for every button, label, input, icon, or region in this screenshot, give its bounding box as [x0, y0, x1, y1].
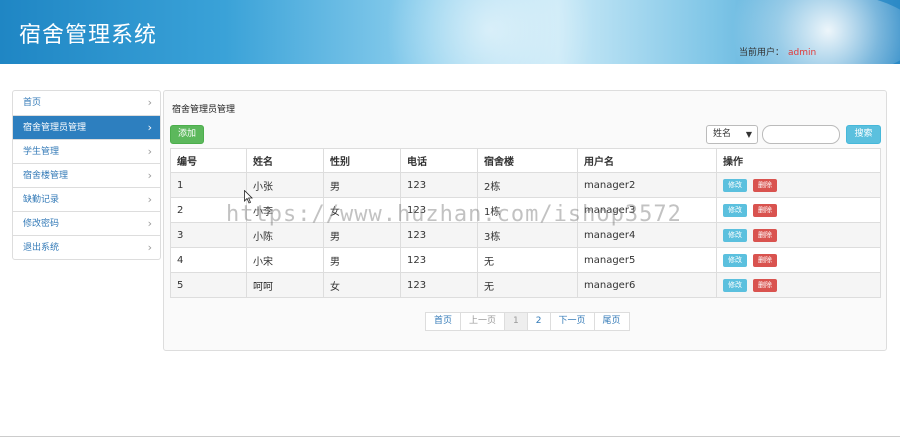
cell-gender: 男 — [323, 172, 401, 198]
pager-page-2[interactable]: 2 — [526, 312, 551, 331]
sidebar-item-students[interactable]: 学生管理 › — [13, 139, 160, 163]
current-user-name[interactable]: admin — [788, 48, 816, 58]
cell-gender: 女 — [323, 272, 401, 298]
panel-title: 宿舍管理员管理 — [172, 105, 236, 115]
pagination: 首页 上一页 1 2 下一页 尾页 — [425, 312, 630, 331]
delete-button[interactable]: 删除 — [753, 203, 777, 217]
pager-next[interactable]: 下一页 — [549, 312, 595, 331]
chevron-down-icon: ▼ — [745, 130, 752, 139]
cell-actions: 修改 删除 — [716, 172, 881, 198]
bottom-divider — [0, 436, 900, 437]
cell-name: 小宋 — [246, 247, 324, 273]
sidebar-item-label: 缺勤记录 — [23, 195, 60, 205]
delete-button[interactable]: 删除 — [753, 278, 777, 292]
cell-phone: 123 — [400, 272, 478, 298]
edit-button[interactable]: 修改 — [723, 203, 747, 217]
delete-button[interactable]: 删除 — [753, 178, 777, 192]
current-user: 当前用户： admin — [739, 45, 816, 58]
delete-button[interactable]: 删除 — [753, 228, 777, 242]
pager-first[interactable]: 首页 — [425, 312, 462, 331]
cell-username: manager5 — [577, 247, 717, 273]
delete-button[interactable]: 删除 — [753, 253, 777, 267]
cell-phone: 123 — [400, 172, 478, 198]
chevron-right-icon: › — [147, 193, 152, 206]
column-header-phone: 电话 — [400, 148, 478, 173]
sidebar-item-password[interactable]: 修改密码 › — [13, 211, 160, 235]
cell-name: 小张 — [246, 172, 324, 198]
chevron-right-icon: › — [147, 121, 152, 134]
cell-id: 4 — [170, 247, 247, 273]
edit-button[interactable]: 修改 — [723, 228, 747, 242]
pager-page-1: 1 — [504, 312, 528, 331]
sidebar: 首页 › 宿舍管理员管理 › 学生管理 › 宿舍楼管理 › 缺勤记录 › 修改密码 › 退出… — [12, 90, 161, 260]
chevron-right-icon: › — [147, 145, 152, 158]
sidebar-item-label: 学生管理 — [23, 147, 60, 157]
cell-building: 无 — [477, 247, 578, 273]
chevron-right-icon: › — [147, 217, 152, 230]
column-header-building: 宿舍楼 — [477, 148, 578, 173]
column-header-username: 用户名 — [577, 148, 717, 173]
cell-actions: 修改 删除 — [716, 272, 881, 298]
sidebar-item-manager[interactable]: 宿舍管理员管理 › — [13, 115, 160, 139]
sidebar-item-logout[interactable]: 退出系统 › — [13, 235, 160, 259]
watermark-text: https://www.huzhan.com/ishop3572 — [226, 202, 682, 227]
sidebar-item-buildings[interactable]: 宿舍楼管理 › — [13, 163, 160, 187]
search-input[interactable] — [762, 125, 840, 144]
sidebar-item-label: 宿舍管理员管理 — [23, 123, 87, 133]
cell-id: 1 — [170, 172, 247, 198]
column-header-gender: 性别 — [323, 148, 401, 173]
sidebar-item-label: 退出系统 — [23, 243, 60, 253]
cell-actions: 修改 删除 — [716, 247, 881, 273]
table-header-row: 编号 姓名 性别 电话 宿舍楼 用户名 操作 — [170, 148, 881, 173]
current-user-label: 当前用户： — [739, 48, 785, 58]
cell-phone: 123 — [400, 247, 478, 273]
sidebar-item-home[interactable]: 首页 › — [13, 91, 160, 115]
edit-button[interactable]: 修改 — [723, 253, 747, 267]
header-banner: 宿舍管理系统 当前用户： admin — [0, 0, 900, 64]
column-header-name: 姓名 — [246, 148, 324, 173]
chevron-right-icon: › — [147, 241, 152, 254]
edit-button[interactable]: 修改 — [723, 278, 747, 292]
chevron-right-icon: › — [147, 96, 152, 109]
search-button[interactable]: 搜索 — [846, 125, 881, 144]
cell-gender: 男 — [323, 247, 401, 273]
chevron-right-icon: › — [147, 169, 152, 182]
cell-actions: 修改 删除 — [716, 222, 881, 248]
table-row: 1 小张 男 123 2栋 manager2 修改 删除 — [170, 172, 881, 198]
add-button[interactable]: 添加 — [170, 125, 204, 144]
search-field-value: 姓名 — [713, 129, 732, 139]
sidebar-item-label: 修改密码 — [23, 219, 60, 229]
cell-id: 5 — [170, 272, 247, 298]
cell-building: 无 — [477, 272, 578, 298]
column-header-id: 编号 — [170, 148, 247, 173]
app-title: 宿舍管理系统 — [19, 23, 158, 48]
pager-last[interactable]: 尾页 — [593, 312, 630, 331]
banner-glow — [360, 0, 620, 64]
mouse-cursor-icon — [244, 190, 253, 204]
cell-actions: 修改 删除 — [716, 197, 881, 223]
table-row: 5 呵呵 女 123 无 manager6 修改 删除 — [170, 272, 881, 298]
sidebar-item-label: 首页 — [23, 98, 42, 108]
cell-username: manager2 — [577, 172, 717, 198]
cell-building: 2栋 — [477, 172, 578, 198]
column-header-actions: 操作 — [716, 148, 881, 173]
search-field-select[interactable]: 姓名 ▼ — [706, 125, 758, 144]
cell-name: 呵呵 — [246, 272, 324, 298]
table-row: 4 小宋 男 123 无 manager5 修改 删除 — [170, 247, 881, 273]
pager-prev: 上一页 — [460, 312, 506, 331]
sidebar-item-label: 宿舍楼管理 — [23, 171, 69, 181]
sidebar-item-absence[interactable]: 缺勤记录 › — [13, 187, 160, 211]
cell-username: manager6 — [577, 272, 717, 298]
edit-button[interactable]: 修改 — [723, 178, 747, 192]
